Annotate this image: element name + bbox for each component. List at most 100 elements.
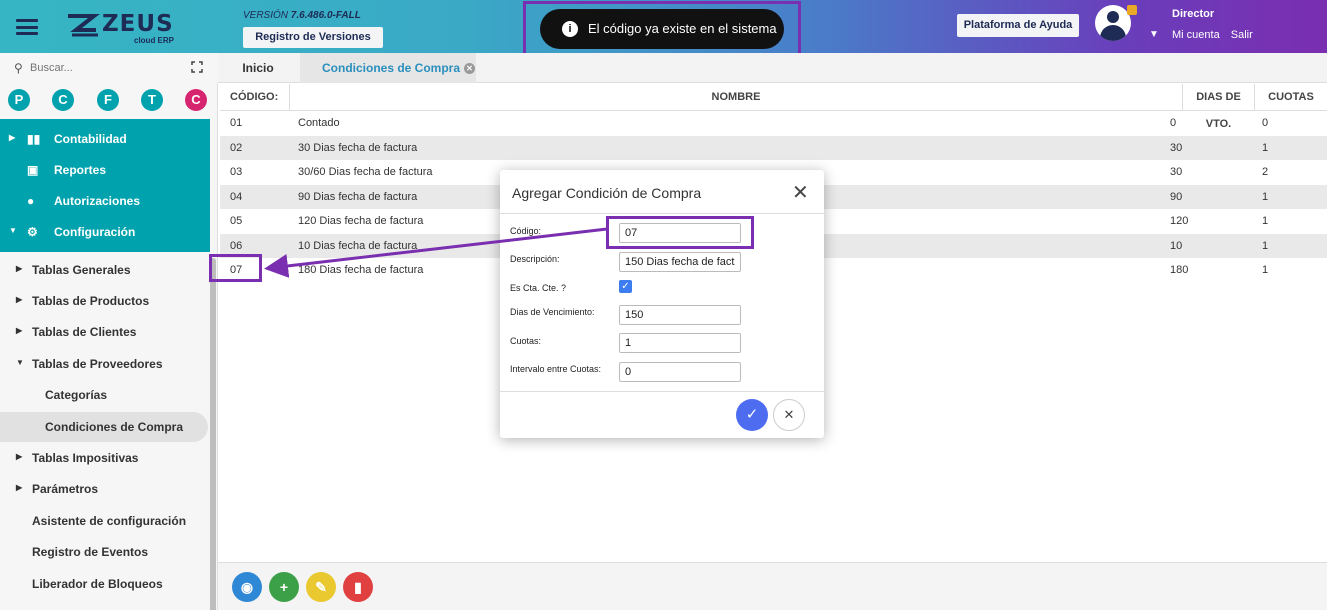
sidebar-item-label: Asistente de configuración — [32, 514, 187, 528]
cell-days: 30 — [1170, 166, 1183, 178]
lock-badge-icon — [1127, 5, 1137, 15]
cell-quotas: 2 — [1262, 166, 1269, 178]
module-configuracion[interactable]: ▼ ⚙ Configuración — [0, 217, 210, 247]
cell-code: 03 — [230, 166, 243, 178]
sidebar-item-label: Tablas Generales — [32, 263, 131, 277]
sidebar-item-liberador-bloqueos[interactable]: Liberador de Bloqueos — [0, 569, 208, 599]
view-button[interactable]: ◉ — [232, 572, 262, 602]
due-days-input[interactable] — [619, 305, 741, 325]
cell-days: 10 — [1170, 239, 1183, 252]
cell-name: Contado — [298, 117, 340, 129]
table-row[interactable]: 02 30 Dias fecha de factura 30 1 — [220, 135, 1327, 160]
sidebar-item-tablas-proveedores[interactable]: ▼ Tablas de Proveedores — [0, 349, 208, 379]
column-header-days[interactable]: DIAS DE VTO. — [1183, 84, 1255, 130]
close-icon[interactable]: ✕ — [792, 180, 809, 205]
sidebar-item-tablas-productos[interactable]: ▶ Tablas de Productos — [0, 286, 208, 316]
edit-button[interactable]: ✎ — [306, 572, 336, 602]
interval-label: Intervalo entre Cuotas: — [510, 364, 602, 374]
cell-code: 04 — [230, 190, 243, 203]
module-label: Configuración — [54, 225, 136, 239]
quotas-input[interactable] — [619, 333, 741, 353]
my-account-link[interactable]: Mi cuenta — [1172, 29, 1220, 41]
sidebar-item-tablas-generales[interactable]: ▶ Tablas Generales — [0, 255, 208, 285]
module-contabilidad[interactable]: ▶ ▮▮ Contabilidad — [0, 124, 210, 154]
interval-input[interactable] — [619, 362, 741, 382]
info-icon: i — [562, 21, 578, 37]
column-header-quotas[interactable]: CUOTAS — [1255, 84, 1327, 111]
table-row[interactable]: 01 Contado 0 0 — [220, 111, 1327, 136]
version-label: VERSIÓN 7.6.486.0-FALL — [243, 10, 361, 21]
cell-name: 30 Dias fecha de factura — [298, 141, 418, 154]
toast-message: El código ya existe en el sistema — [588, 21, 777, 36]
shortcut-c[interactable]: C — [52, 89, 74, 111]
book-icon: ▮▮ — [27, 132, 41, 146]
close-tab-icon[interactable]: ✕ — [464, 63, 476, 75]
cell-days: 180 — [1170, 264, 1189, 276]
caret-right-icon: ▶ — [16, 295, 23, 304]
confirm-button[interactable]: ✓ — [736, 399, 768, 431]
user-avatar[interactable] — [1095, 5, 1131, 41]
cell-name: 180 Dias fecha de factura — [298, 264, 424, 276]
version-value: 7.6.486.0-FALL — [290, 10, 361, 21]
chevron-down-icon[interactable]: ▼ — [1149, 29, 1159, 40]
sidebar-scrollbar[interactable] — [210, 258, 216, 610]
module-label: Reportes — [54, 163, 107, 177]
sidebar-item-label: Tablas de Proveedores — [32, 357, 163, 371]
module-label: Autorizaciones — [54, 194, 141, 208]
column-header-code[interactable]: CÓDIGO: — [220, 84, 290, 111]
fullscreen-icon[interactable] — [191, 61, 203, 73]
logout-link[interactable]: Salir — [1231, 29, 1253, 41]
version-log-button[interactable]: Registro de Versiones — [243, 27, 383, 48]
caret-right-icon: ▶ — [16, 483, 23, 492]
sidebar-item-label: Tablas de Clientes — [32, 325, 137, 339]
shortcut-t[interactable]: T — [141, 89, 163, 111]
sidebar-item-label: Liberador de Bloqueos — [32, 577, 163, 591]
cell-code: 05 — [230, 215, 243, 227]
shortcut-p[interactable]: P — [8, 89, 30, 111]
tab-condiciones-compra[interactable]: Condiciones de Compra ✕ — [300, 53, 476, 83]
module-reportes[interactable]: ▣ Reportes — [0, 155, 210, 185]
zeus-logo[interactable]: ZEUS cloud ERP — [64, 10, 174, 46]
shortcut-f[interactable]: F — [97, 89, 119, 111]
sidebar-item-asistente[interactable]: Asistente de configuración — [0, 506, 208, 536]
description-input[interactable] — [619, 252, 741, 272]
modal-title: Agregar Condición de Compra — [512, 185, 702, 201]
cell-days: 0 — [1170, 117, 1177, 129]
cell-code: 01 — [230, 117, 243, 129]
tab-label: Condiciones de Compra — [322, 61, 461, 75]
sidebar-item-tablas-impositivas[interactable]: ▶ Tablas Impositivas — [0, 443, 208, 473]
help-platform-button[interactable]: Plataforma de Ayuda — [957, 14, 1079, 37]
cell-quotas: 1 — [1262, 190, 1269, 203]
cell-name: 10 Dias fecha de factura — [298, 239, 418, 252]
shortcut-c-active[interactable]: C — [185, 89, 207, 111]
caret-right-icon: ▶ — [16, 452, 23, 461]
bottom-toolbar: ◉ + ✎ ▮ — [218, 562, 1327, 610]
zeus-logo-icon — [68, 14, 100, 37]
ctacte-checkbox[interactable]: ✓ — [619, 280, 632, 293]
sidebar-item-label: Condiciones de Compra — [45, 420, 184, 434]
sidebar-item-tablas-clientes[interactable]: ▶ Tablas de Clientes — [0, 317, 208, 347]
cell-quotas: 1 — [1262, 264, 1269, 276]
caret-down-icon: ▼ — [9, 226, 17, 235]
add-button[interactable]: + — [269, 572, 299, 602]
cell-quotas: 0 — [1262, 117, 1269, 129]
caret-down-icon: ▼ — [16, 358, 24, 367]
code-label: Código: — [510, 226, 542, 236]
module-autorizaciones[interactable]: ● Autorizaciones — [0, 186, 210, 216]
sidebar-item-registro-eventos[interactable]: Registro de Eventos — [0, 537, 208, 567]
tab-inicio[interactable]: Inicio — [218, 53, 298, 83]
sidebar-item-categorias[interactable]: Categorías — [0, 380, 208, 410]
logo-subtitle: cloud ERP — [134, 36, 175, 45]
modal-divider — [500, 391, 824, 392]
row-highlight-box — [209, 254, 262, 282]
cancel-button[interactable]: ✕ — [773, 399, 805, 431]
column-header-name[interactable]: NOMBRE — [290, 84, 1183, 111]
hamburger-menu-icon[interactable] — [16, 19, 38, 35]
delete-button[interactable]: ▮ — [343, 572, 373, 602]
module-label: Contabilidad — [54, 132, 127, 146]
search-input[interactable] — [30, 59, 180, 77]
sidebar-item-parametros[interactable]: ▶ Parámetros — [0, 474, 208, 504]
sidebar-item-condiciones-compra[interactable]: Condiciones de Compra — [0, 412, 208, 442]
code-field-highlight-box — [606, 216, 754, 249]
version-prefix: VERSIÓN — [243, 10, 289, 21]
